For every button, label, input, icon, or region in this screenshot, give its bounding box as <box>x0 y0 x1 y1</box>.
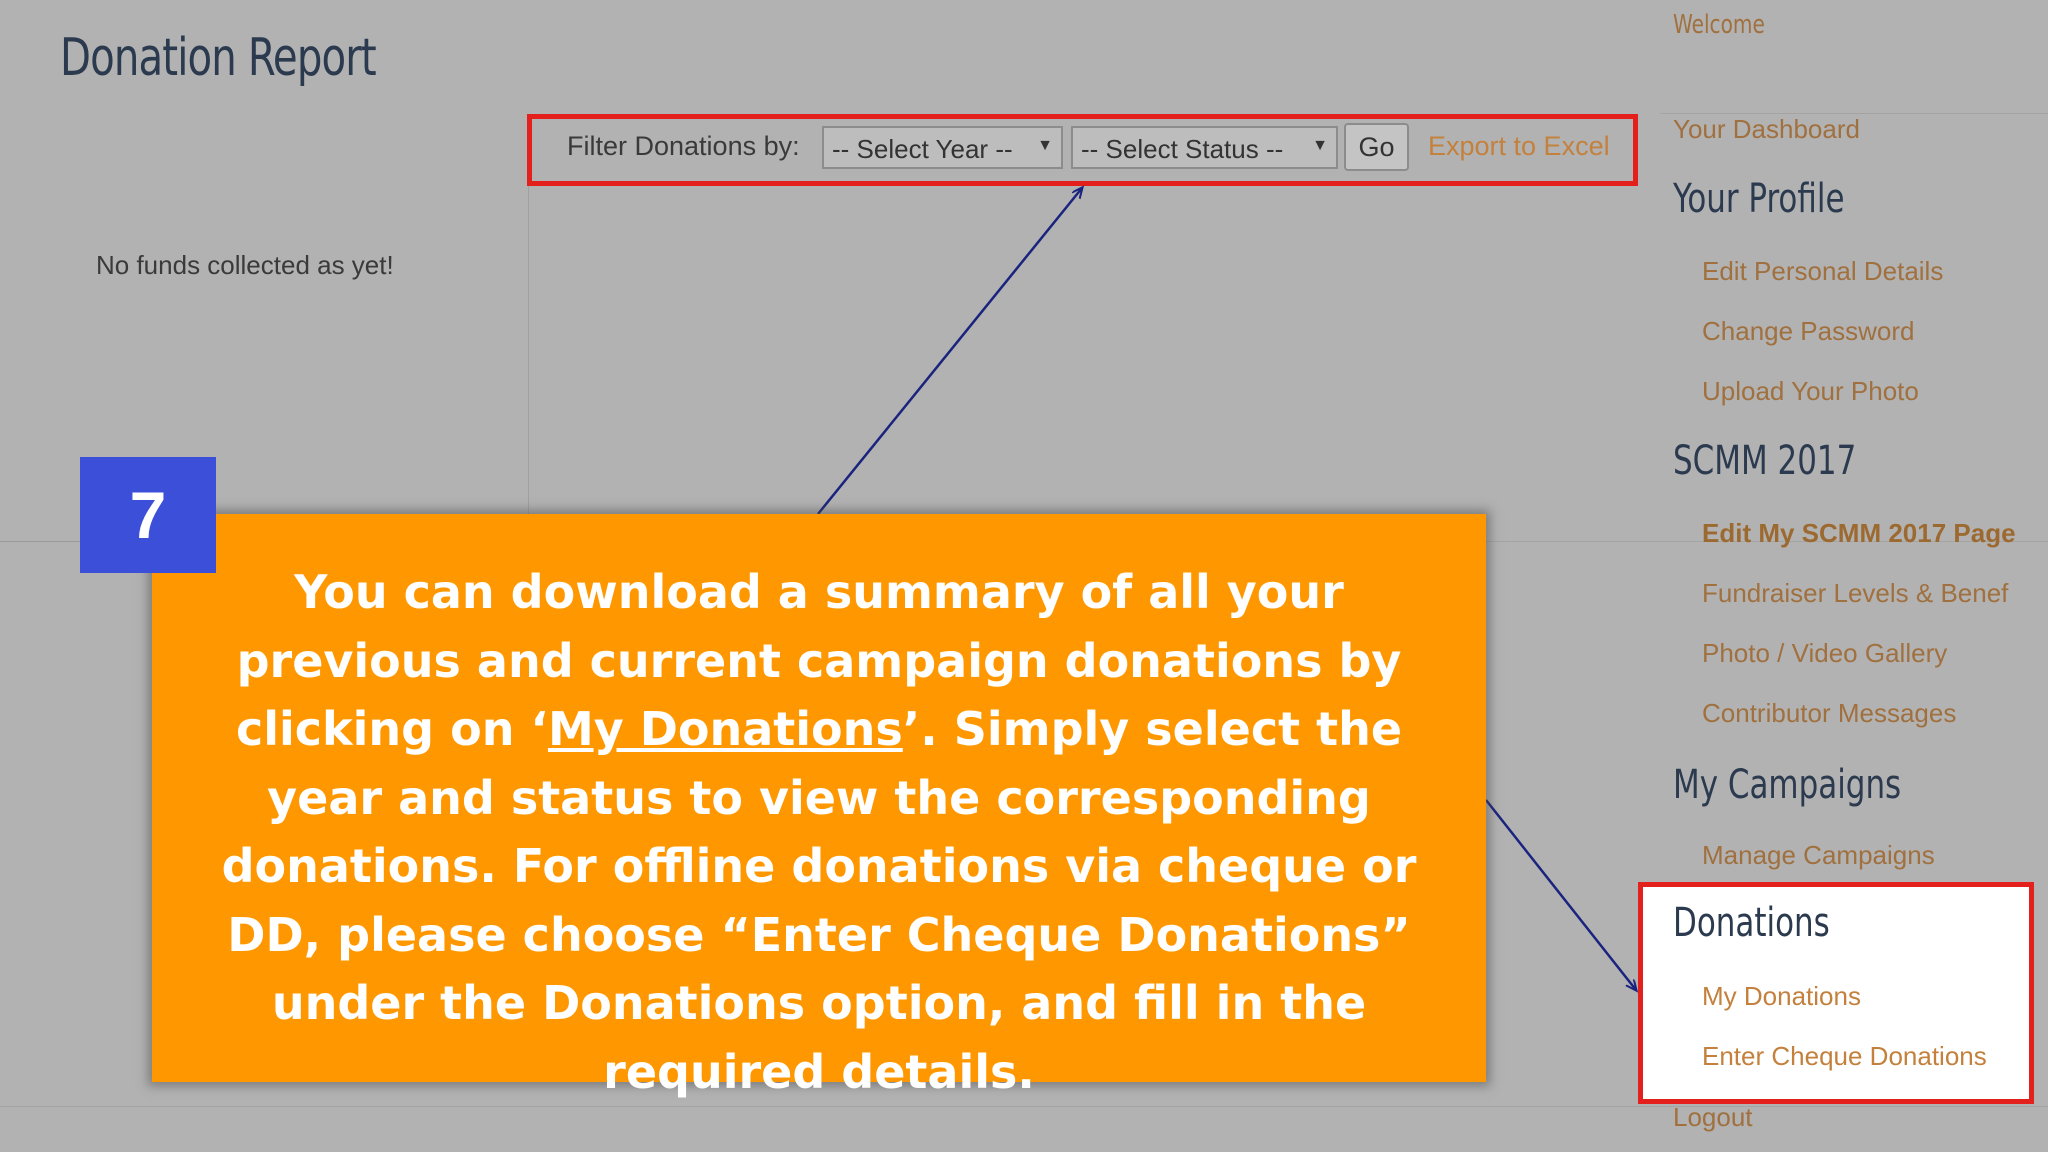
instruction-callout: You can download a summary of all your p… <box>152 514 1486 1099</box>
arrow-to-donations <box>1485 799 1636 990</box>
step-number-badge: 7 <box>80 457 216 573</box>
arrow-to-filter <box>817 188 1082 515</box>
callout-my-donations-link: My Donations <box>547 702 903 756</box>
callout-text: You can download a summary of all your p… <box>221 565 1417 1099</box>
